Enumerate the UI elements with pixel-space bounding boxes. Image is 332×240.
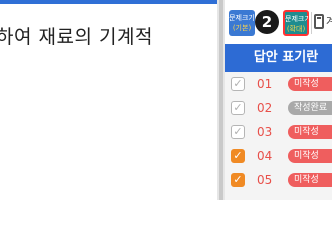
answer-checkbox[interactable]: ✓ bbox=[231, 173, 245, 187]
font-size-large-button[interactable]: 문제크기 (확대) bbox=[283, 10, 311, 36]
font-size-default-button[interactable]: 문제크기 (기본) bbox=[229, 10, 255, 36]
question-number[interactable]: 04 bbox=[257, 144, 272, 168]
question-number[interactable]: 05 bbox=[257, 168, 272, 192]
answer-status-badge: 미작성 bbox=[288, 77, 332, 91]
answer-row[interactable]: ✓ 02 작성완료 bbox=[225, 96, 332, 120]
question-area: 하여 재료의 기계적 bbox=[0, 0, 217, 200]
top-accent-bar bbox=[0, 0, 217, 4]
answer-checkbox[interactable]: ✓ bbox=[231, 149, 245, 163]
question-number[interactable]: 02 bbox=[257, 96, 272, 120]
answer-status-badge: 미작성 bbox=[288, 149, 332, 163]
scrollbar-thumb[interactable] bbox=[219, 0, 223, 200]
answer-sheet-panel: 문제크기 (기본) 2 문제크기 (확대) 계 답안 표기란 ✓ 01 미작성 ✓ 02 작성… bbox=[225, 0, 332, 200]
calculator-icon[interactable] bbox=[314, 14, 324, 29]
answer-row[interactable]: ✓ 01 미작성 bbox=[225, 72, 332, 96]
answer-row[interactable]: ✓ 05 미작성 bbox=[225, 168, 332, 192]
answer-panel-header: 답안 표기란 bbox=[225, 44, 332, 72]
question-number[interactable]: 03 bbox=[257, 120, 272, 144]
font-size-default-sub: (기본) bbox=[232, 24, 252, 32]
answer-status-badge: 미작성 bbox=[288, 125, 332, 139]
font-size-large-sub: (확대) bbox=[286, 25, 306, 33]
answer-row[interactable]: ✓ 03 미작성 bbox=[225, 120, 332, 144]
answer-checkbox[interactable]: ✓ bbox=[231, 101, 245, 115]
answer-panel-title: 답안 표기란 bbox=[253, 50, 319, 65]
calculator-label[interactable]: 계 bbox=[326, 13, 332, 29]
answer-status-badge: 미작성 bbox=[288, 173, 332, 187]
panel-toolbar: 문제크기 (기본) 2 문제크기 (확대) 계 bbox=[225, 0, 332, 44]
answer-checkbox[interactable]: ✓ bbox=[231, 77, 245, 91]
answer-status-badge: 작성완료 bbox=[288, 101, 332, 115]
step-badge: 2 bbox=[255, 10, 279, 34]
question-text: 하여 재료의 기계적 bbox=[0, 26, 153, 48]
question-number[interactable]: 01 bbox=[257, 72, 272, 96]
answer-row[interactable]: ✓ 04 미작성 bbox=[225, 144, 332, 168]
answer-checkbox[interactable]: ✓ bbox=[231, 125, 245, 139]
toolbar-divider bbox=[311, 12, 312, 34]
font-size-large-label: 문제크기 bbox=[285, 15, 311, 23]
font-size-default-label: 문제크기 bbox=[229, 14, 255, 22]
